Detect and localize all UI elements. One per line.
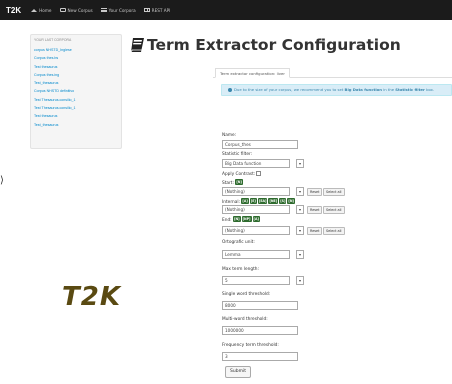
home-icon xyxy=(31,8,38,12)
end-select[interactable]: (Nothing) xyxy=(222,226,290,235)
start-label-row: Start: [N] xyxy=(222,179,244,186)
chevron-down-icon[interactable] xyxy=(296,276,304,285)
end-select-all-button[interactable]: Select all xyxy=(323,227,345,235)
info-alert: Due to the size of your corpus, we recom… xyxy=(221,84,452,96)
end-tag[interactable]: [N] xyxy=(233,216,241,222)
internal-select-all-button[interactable]: Select all xyxy=(323,206,345,214)
apply-contrast-label: Apply Contrast: xyxy=(222,171,262,177)
sidebar-item[interactable]: Test Thesaurus.consilio_1 xyxy=(34,96,118,104)
single-word-threshold-input[interactable]: 8000 xyxy=(222,301,298,310)
statistic-filter-label: Statistic filter: xyxy=(222,152,253,157)
internal-tag[interactable]: [N] xyxy=(287,198,296,204)
start-select-all-button[interactable]: Select all xyxy=(323,188,345,196)
start-tag[interactable]: [N] xyxy=(235,179,243,185)
sidebar-item[interactable]: Test Thesaurus.consilio_1 xyxy=(34,104,118,112)
nav-your-corpora[interactable]: Your Corpora xyxy=(100,7,136,13)
end-label-row: End: [N] [NP] [A] xyxy=(222,216,261,223)
frequency-term-threshold-label: Frequency term threshold: xyxy=(222,343,279,348)
chevron-right-icon: ⟩ xyxy=(0,175,4,186)
sidebar-item[interactable]: Test thesaurus xyxy=(34,112,118,120)
page-heading: Term Extractor Configuration xyxy=(130,36,401,54)
sidebar-item[interactable]: corpus NHSTD_Inglese xyxy=(34,46,118,54)
statistic-filter-select[interactable]: Big Data function xyxy=(222,159,290,168)
internal-select[interactable]: (Nothing) xyxy=(222,205,290,214)
nav-your-corpora-label: Your Corpora xyxy=(108,7,136,13)
multi-word-threshold-label: Multi-word threshold: xyxy=(222,317,268,322)
nav-rest-api[interactable]: REST API xyxy=(143,7,171,13)
internal-reset-button[interactable]: Reset xyxy=(307,206,323,214)
chevron-down-icon[interactable] xyxy=(296,159,304,168)
start-reset-button[interactable]: Reset xyxy=(307,188,323,196)
brand-logo[interactable]: T2K xyxy=(6,6,21,15)
frequency-term-threshold-input[interactable]: 3 xyxy=(222,352,298,361)
internal-tag[interactable]: [NE] xyxy=(268,198,279,204)
single-word-threshold-label: Single word threshold: xyxy=(222,292,271,297)
internal-label-row: Internal: [A] [E] [EA] [NE] [S] [N] xyxy=(222,198,296,205)
sidebar-item[interactable]: Corpus thes.ing xyxy=(34,71,118,79)
max-term-length-select[interactable]: 5 xyxy=(222,276,290,285)
t2k-logo: T2K xyxy=(62,282,121,312)
end-tag[interactable]: [NP] xyxy=(241,216,252,222)
page-title: Term Extractor Configuration xyxy=(147,36,401,54)
name-label: Name: xyxy=(222,133,237,138)
sidebar-item[interactable]: Corpus NHSTD definitivo xyxy=(34,87,118,95)
alert-middle: in the xyxy=(383,87,395,92)
name-input[interactable]: Corpus_thes xyxy=(222,140,298,149)
internal-tag[interactable]: [E] xyxy=(249,198,257,204)
sidebar-item[interactable]: Test thesaurus xyxy=(34,63,118,71)
ortografic-unit-label: Ortografic unit: xyxy=(222,240,255,245)
book-icon xyxy=(59,8,66,12)
chevron-down-icon[interactable] xyxy=(296,250,304,259)
sidebar-title: YOUR LAST CORPORA xyxy=(34,38,72,42)
sidebar-item[interactable]: Test_thesaurus xyxy=(34,79,118,87)
end-tag[interactable]: [A] xyxy=(252,216,260,222)
chevron-down-icon[interactable] xyxy=(296,187,304,196)
apply-contrast-checkbox[interactable] xyxy=(256,171,262,176)
grid-icon xyxy=(143,8,150,12)
nav-new-corpus[interactable]: New Corpus xyxy=(59,7,93,13)
sidebar-item[interactable]: Test_thesaurus xyxy=(34,121,118,129)
sidebar-item[interactable]: Corpus thes.bs xyxy=(34,54,118,62)
alert-highlight-2: Statistic filter xyxy=(395,87,425,92)
ortografic-unit-select[interactable]: Lemma xyxy=(222,250,290,259)
recent-corpora-sidebar: YOUR LAST CORPORA corpus NHSTD_Inglese C… xyxy=(30,34,122,149)
nav-home-label: Home xyxy=(39,7,52,13)
book-icon xyxy=(130,37,145,53)
chevron-down-icon[interactable] xyxy=(296,226,304,235)
end-reset-button[interactable]: Reset xyxy=(307,227,323,235)
alert-highlight: Big Data function xyxy=(344,87,382,92)
alert-suffix: box. xyxy=(426,87,435,92)
internal-tag[interactable]: [S] xyxy=(279,198,287,204)
nav-new-corpus-label: New Corpus xyxy=(67,7,93,13)
tab-configuration[interactable]: Term extractor configuration: liver xyxy=(215,68,290,78)
max-term-length-label: Max term length: xyxy=(222,267,259,272)
chevron-down-icon[interactable] xyxy=(296,205,304,214)
multi-word-threshold-input[interactable]: 1000000 xyxy=(222,326,298,335)
nav-rest-api-label: REST API xyxy=(151,7,171,13)
info-icon xyxy=(228,87,232,92)
start-label: Start: xyxy=(222,181,234,186)
start-select[interactable]: (Nothing) xyxy=(222,187,290,196)
internal-tag[interactable]: [A] xyxy=(241,198,249,204)
nav-home[interactable]: Home xyxy=(31,7,52,13)
internal-tag[interactable]: [EA] xyxy=(257,198,268,204)
end-label: End: xyxy=(222,218,232,223)
apply-contrast-text: Apply Contrast: xyxy=(222,172,256,177)
alert-prefix: Due to the size of your corpus, we recom… xyxy=(234,87,344,92)
top-navbar: T2K Home New Corpus Your Corpora REST AP… xyxy=(0,0,452,20)
list-icon xyxy=(100,8,107,12)
submit-button[interactable]: Submit xyxy=(225,366,251,378)
config-tabs: Term extractor configuration: liver xyxy=(213,67,452,78)
